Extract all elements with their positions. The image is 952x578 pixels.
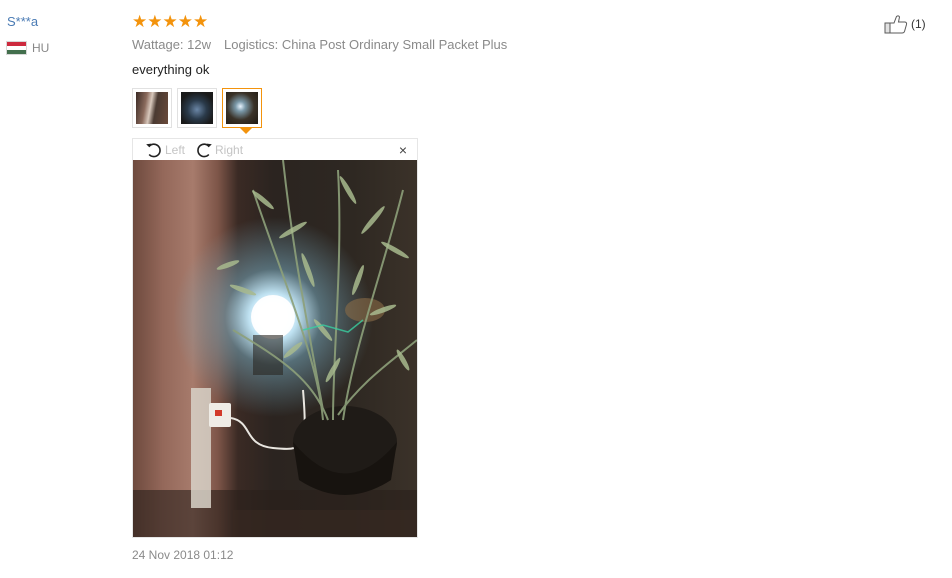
rotate-right-label: Right [215,142,244,157]
rotate-left-icon [146,142,161,157]
helpful-button[interactable]: (1) [884,14,926,34]
thumbs-up-icon [884,15,908,34]
photo-viewer: Left Right × [132,138,418,538]
hungary-flag-icon [7,42,26,54]
star-icon: ★ [177,12,193,31]
reviewer-name: S***a [7,14,39,29]
rotate-right-icon [197,142,212,157]
order-info: Wattage: 12w Logistics: China Post Ordin… [132,37,507,52]
review-text: everything ok [132,62,210,77]
star-icon: ★ [132,12,148,31]
country-code: HU [32,41,50,55]
photo-thumbnails [132,88,262,128]
star-rating: ★ ★ ★ ★ ★ [132,12,208,32]
review-item: S***a HU ★ ★ ★ ★ ★ Wattage: 12w Logistic… [0,0,952,578]
rotate-left-label: Left [165,142,186,157]
star-icon: ★ [162,12,178,31]
rotate-right-button[interactable]: Right [194,141,243,159]
review-photo-thumbnail[interactable] [132,88,172,128]
rotate-left-button[interactable]: Left [144,141,185,159]
close-viewer-button[interactable]: × [399,141,407,159]
review-photo-thumbnail[interactable] [177,88,217,128]
reviewer-country: HU [7,41,49,55]
selected-thumbnail-caret [240,128,252,134]
review-photo-large [133,160,417,537]
logistics-info: Logistics: China Post Ordinary Small Pac… [224,37,508,52]
viewer-toolbar: Left Right × [133,139,417,160]
helpful-count: (1) [911,17,926,31]
star-icon: ★ [147,12,163,31]
review-photo-thumbnail-selected[interactable] [222,88,262,128]
close-icon: × [398,142,407,158]
star-icon: ★ [193,12,209,31]
review-timestamp: 24 Nov 2018 01:12 [132,548,234,562]
wattage-info: Wattage: 12w [132,37,212,52]
